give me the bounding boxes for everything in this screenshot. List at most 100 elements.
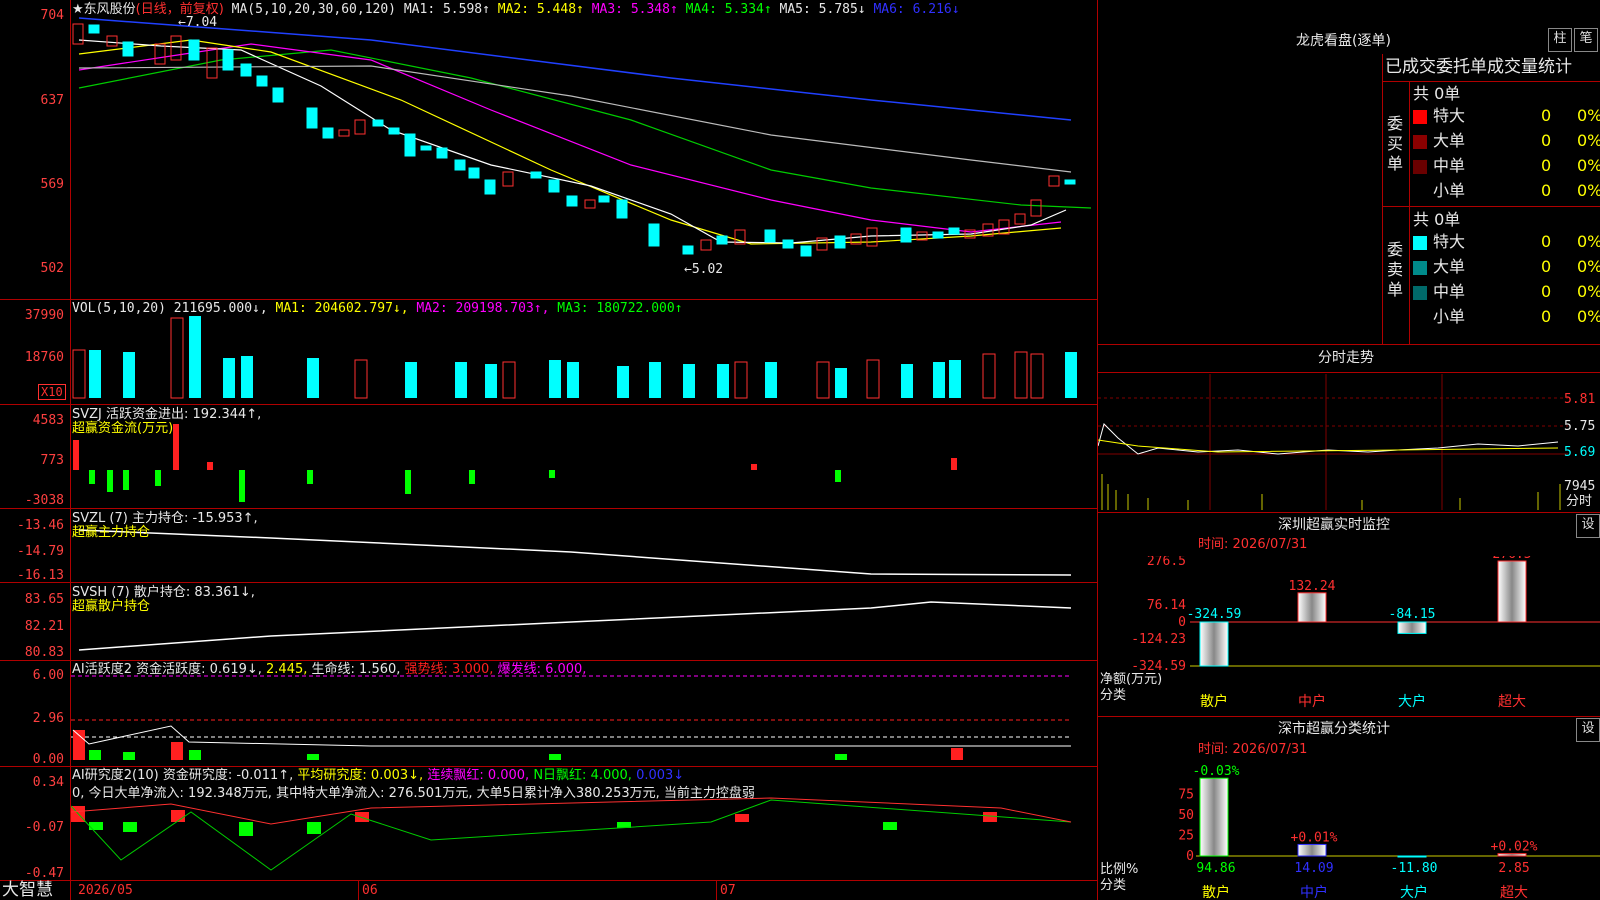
- order-count: 0: [1541, 282, 1552, 301]
- intraday-axis-label: 5.69: [1564, 445, 1596, 460]
- sz-axis-label: 276.5: [1147, 556, 1186, 569]
- bar-mode-button[interactable]: 柱: [1548, 28, 1572, 52]
- axis-label: -0.47: [24, 866, 64, 881]
- sz-bar-value: -324.59: [1187, 607, 1242, 622]
- x-axis-label: 06: [362, 883, 378, 898]
- sz-bar: [1297, 592, 1327, 623]
- order-percent: 0%: [1577, 106, 1600, 125]
- x-axis-label: 07: [720, 883, 736, 898]
- svsh-subtitle: 超赢散户持仓: [72, 599, 151, 614]
- axis-label: 80.83: [24, 645, 64, 660]
- buy-total: 共 0单: [1413, 84, 1461, 103]
- sz-settings-button[interactable]: 设: [1576, 514, 1600, 538]
- cls-bar: [1297, 843, 1327, 857]
- vol-ma1: MA1: 204602.797↓,: [275, 301, 409, 316]
- svzl-subtitle: 超赢主力持仓: [72, 525, 151, 540]
- axis-label: 0.00: [32, 752, 64, 767]
- sz-bar-label: 大户: [1398, 693, 1426, 710]
- axis-label: -14.79: [17, 544, 64, 559]
- cls-time: 时间: 2026/07/31: [1198, 742, 1308, 757]
- right-panel: 龙虎看盘(逐单) 柱 笔 已成交委托单成交量统计 委买单 委卖单 共 0单 共 …: [1098, 0, 1600, 900]
- color-swatch: [1413, 310, 1427, 325]
- ai2-value: N日飘红: 4.000,: [533, 768, 632, 783]
- ai2-legend: AI研究度2(10) 资金研究度: -0.011↑, 平均研究度: 0.003↓…: [72, 769, 684, 783]
- order-percent: 0%: [1577, 131, 1600, 150]
- lhb-title: 龙虎看盘(逐单): [1296, 33, 1391, 49]
- sz-time: 时间: 2026/07/31: [1198, 537, 1308, 552]
- color-swatch: [1413, 235, 1427, 250]
- cls-axis-label: 50: [1178, 808, 1194, 823]
- tick-mode-button[interactable]: 笔: [1574, 28, 1598, 52]
- chart-area[interactable]: 704 637 569 502 37990 18760 X10 4583 773…: [0, 0, 1098, 900]
- svzj-title: SVZJ 活跃资金进出: 192.344↑,: [72, 407, 262, 422]
- cls-bar-label: 中户: [1300, 884, 1328, 900]
- sz-y-label: 净额(万元): [1100, 672, 1162, 687]
- axis-label: -13.46: [17, 518, 64, 533]
- order-type-label: 中单: [1433, 282, 1466, 301]
- color-swatch: [1413, 134, 1427, 149]
- ma-value: MA3: 5.348↑: [591, 2, 678, 17]
- ma-params: MA(5,10,20,30,60,120): [231, 2, 397, 17]
- sz-axis-label: 76.14: [1147, 598, 1186, 613]
- order-type-label: 特大: [1433, 232, 1466, 251]
- ai2-value: 平均研究度: 0.003↓,: [297, 768, 424, 783]
- cls-axis-label: 25: [1178, 829, 1194, 844]
- cls-settings-button[interactable]: 设: [1576, 718, 1600, 742]
- cls-axis-label: 75: [1178, 788, 1194, 803]
- axis-label: 773: [40, 453, 64, 468]
- cls-x-label: 分类: [1100, 878, 1126, 893]
- axis-label: 0.34: [32, 775, 64, 790]
- order-percent: 0%: [1577, 232, 1600, 251]
- cls-bar-chart: 75 50 25 0 -0.03% 94.86 散户 +0.01% 14.09 中户 -11.80 大…: [1100, 764, 1600, 900]
- sz-bar-chart: 276.576.140-124.23-324.59-324.59散户132.24…: [1100, 556, 1600, 710]
- order-type-label: 中单: [1433, 156, 1466, 175]
- sz-bar: [1497, 560, 1527, 623]
- buy-row: 小单 0 0%: [1413, 181, 1600, 201]
- order-stats-tabs[interactable]: 已成交委托单成交量统计: [1385, 57, 1572, 77]
- axis-label: 6.00: [32, 668, 64, 683]
- ai2-note: 0, 今日大单净流入: 192.348万元, 其中特大单净流入: 276.501…: [72, 786, 755, 801]
- vol-title: VOL(5,10,20): [72, 301, 166, 316]
- cls-bar-label: 散户: [1202, 884, 1230, 900]
- order-type-label: 大单: [1433, 257, 1466, 276]
- vol-ma2: MA2: 209198.703↑,: [416, 301, 550, 316]
- order-count: 0: [1541, 106, 1552, 125]
- sz-bar-value: -84.15: [1389, 607, 1436, 622]
- ai2-value: 连续飘红: 0.000,: [427, 768, 530, 783]
- axis-label: 82.21: [24, 619, 64, 634]
- color-swatch: [1413, 260, 1427, 275]
- ai1-value: 2.445,: [266, 662, 308, 677]
- sz-bar-label: 散户: [1200, 693, 1228, 710]
- intraday-chart[interactable]: [1098, 374, 1568, 510]
- stock-name: ★东风股份: [72, 2, 136, 17]
- cls-bar-share: 94.86: [1196, 861, 1235, 876]
- sz-monitor-title: 深圳超赢实时监控: [1278, 517, 1390, 533]
- cls-axis-label: 0: [1186, 849, 1194, 864]
- vol-ma3: MA3: 180722.000↑: [557, 301, 683, 316]
- ma-value: MA4: 5.334↑: [685, 2, 772, 17]
- sz-axis-label: 0: [1178, 615, 1186, 630]
- sz-bar: [1397, 621, 1427, 634]
- order-type-label: 特大: [1433, 106, 1466, 125]
- cls-bar-delta: +0.01%: [1291, 830, 1338, 845]
- sell-row: 小单 0 0%: [1413, 307, 1600, 327]
- axis-label: -3038: [24, 493, 64, 508]
- buy-row: 大单 0 0%: [1413, 131, 1600, 151]
- cls-y-label: 比例%: [1100, 862, 1138, 877]
- order-percent: 0%: [1577, 307, 1600, 326]
- ma-value: MA6: 6.216↓: [873, 2, 960, 17]
- axis-label: -0.07: [24, 820, 64, 835]
- sz-bar-label: 超大: [1498, 694, 1526, 710]
- ma-value: MA1: 5.598↑: [403, 2, 490, 17]
- chart-canvas[interactable]: [71, 0, 1097, 880]
- order-percent: 0%: [1577, 181, 1600, 200]
- buy-row: 中单 0 0%: [1413, 156, 1600, 176]
- color-swatch: [1413, 285, 1427, 300]
- cls-bar-share: -11.80: [1391, 861, 1438, 876]
- x-axis-label: 2026/05: [78, 883, 133, 898]
- order-count: 0: [1541, 307, 1552, 326]
- order-type-label: 小单: [1433, 181, 1466, 200]
- order-count: 0: [1541, 156, 1552, 175]
- order-count: 0: [1541, 181, 1552, 200]
- cls-bar-delta: +0.02%: [1491, 840, 1538, 855]
